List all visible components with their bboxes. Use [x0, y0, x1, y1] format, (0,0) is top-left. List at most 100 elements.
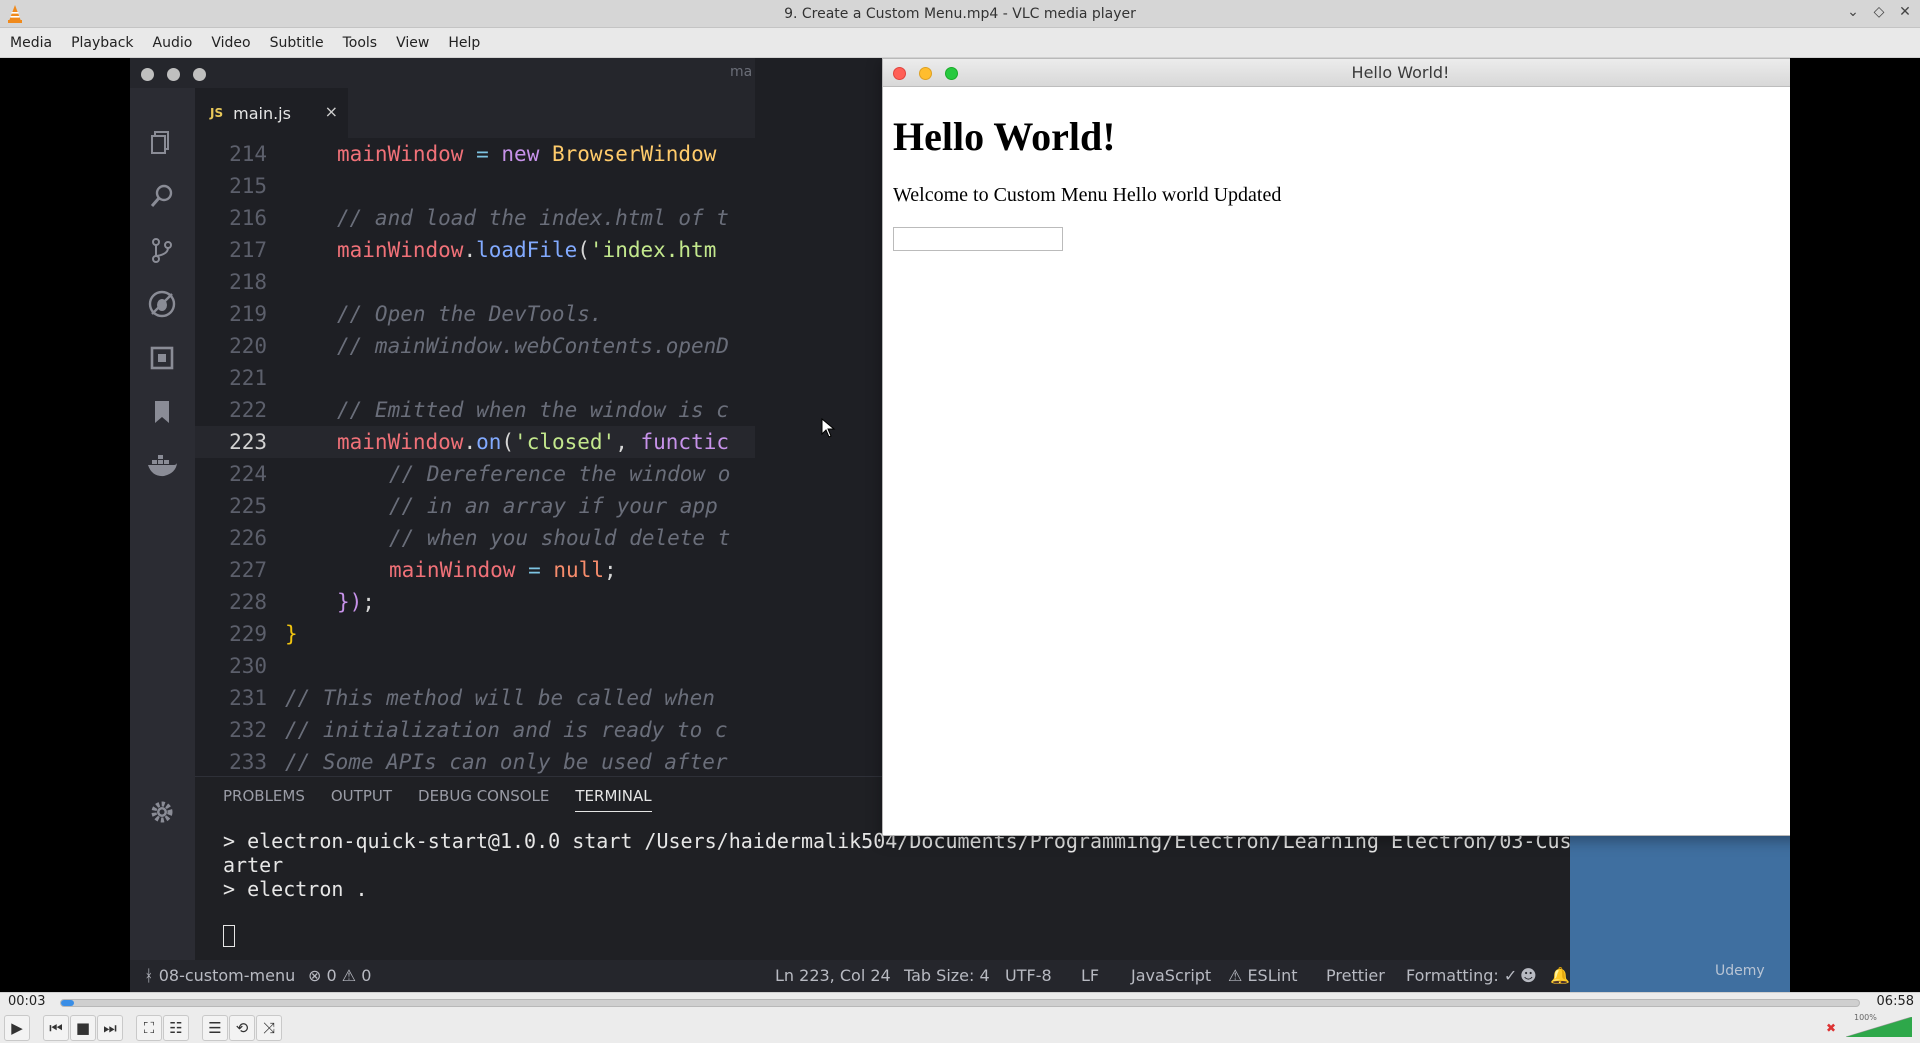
- code-editor: 214 mainWindow = new BrowserWindow 215 21…: [195, 138, 755, 776]
- encoding: UTF-8: [1005, 966, 1052, 985]
- mouse-pointer-icon: [821, 418, 836, 438]
- shuffle-button[interactable]: ⤨: [256, 1015, 282, 1041]
- code-line: 215: [229, 174, 267, 198]
- language-mode: JavaScript: [1131, 966, 1212, 985]
- shuffle-icon: ⤨: [262, 1019, 275, 1037]
- vscode-close-light: [141, 68, 154, 81]
- problems-status: ⊗ 0 ⚠ 0: [308, 966, 372, 985]
- video-surface[interactable]: ma JS main.js × 214 mainWindow = new Bro…: [0, 58, 1920, 992]
- menu-video[interactable]: Video: [211, 35, 261, 51]
- volume-control[interactable]: ✖ 100%: [1826, 1013, 1916, 1039]
- vscode-titlebar: ma: [130, 58, 755, 88]
- restore-window-icon[interactable]: ◇: [1870, 4, 1888, 20]
- minimize-window-icon[interactable]: ⌄: [1844, 4, 1862, 20]
- extended-settings-button[interactable]: ☷: [163, 1015, 189, 1041]
- electron-window-title: Hello World!: [1351, 63, 1450, 82]
- menu-subtitle[interactable]: Subtitle: [270, 35, 335, 51]
- menu-view[interactable]: View: [396, 35, 440, 51]
- electron-titlebar: Hello World!: [883, 59, 1790, 87]
- terminal-cursor: [223, 925, 235, 947]
- page-paragraph: Welcome to Custom Menu Hello world Updat…: [893, 184, 1282, 206]
- next-button[interactable]: ⏭: [97, 1015, 123, 1041]
- seek-slider[interactable]: [60, 999, 1860, 1007]
- total-time: 06:58: [1876, 994, 1914, 1009]
- code-line: 219// Open the DevTools.: [229, 302, 603, 326]
- equalizer-icon: ☷: [169, 1019, 183, 1037]
- vscode-statusbar: ᚼ 08-custom-menu ⊗ 0 ⚠ 0 Ln 223, Col 24 …: [130, 960, 1790, 992]
- vscode-minimize-light: [167, 68, 180, 81]
- close-window-icon[interactable]: ✕: [1896, 4, 1914, 20]
- terminal-line: arter: [223, 853, 284, 877]
- playlist-icon: ☰: [208, 1019, 222, 1037]
- code-line: 227 mainWindow = null;: [229, 558, 617, 582]
- files-icon: [144, 124, 180, 160]
- code-line: 233// Some APIs can only be used after: [229, 750, 728, 774]
- docker-icon: [144, 448, 180, 484]
- menu-media[interactable]: Media: [10, 35, 63, 51]
- terminal-line: > electron .: [223, 877, 368, 901]
- mute-icon[interactable]: ✖: [1826, 1021, 1840, 1035]
- editor-tabs: JS main.js ×: [195, 88, 755, 138]
- code-line: 224// Dereference the window o: [229, 462, 731, 486]
- playback-buttons: ▶ ⏮ ■ ⏭ ⛶ ☷ ☰ ⟲ ⤨: [4, 1015, 283, 1041]
- code-line: 226// when you should delete t: [229, 526, 731, 550]
- code-line: 230: [229, 654, 267, 678]
- line-ending: LF: [1081, 966, 1100, 985]
- tab-size: Tab Size: 4: [904, 966, 990, 985]
- panel-tab-terminal: TERMINAL: [575, 787, 652, 812]
- electron-page-content: Hello World! Welcome to Custom Menu Hell…: [893, 87, 1281, 251]
- previous-icon: ⏮: [49, 1019, 63, 1037]
- code-line: 218: [229, 270, 267, 294]
- code-line: 217 mainWindow.loadFile('index.htm: [229, 238, 717, 262]
- elapsed-time: 00:03: [8, 994, 46, 1009]
- udemy-watermark: Udemy: [1715, 963, 1765, 979]
- menu-audio[interactable]: Audio: [153, 35, 204, 51]
- notification-bell-icon: 🔔: [1550, 966, 1570, 985]
- panel-tab-problems: PROBLEMS: [223, 787, 305, 805]
- bookmark-icon: [144, 394, 180, 430]
- fullscreen-icon: ⛶: [143, 1019, 155, 1037]
- stop-button[interactable]: ■: [70, 1015, 96, 1041]
- menu-playback[interactable]: Playback: [71, 35, 144, 51]
- page-heading: Hello World!: [893, 114, 1116, 159]
- feedback-smiley-icon: ☻: [1520, 966, 1537, 985]
- terminal-output: > electron-quick-start@1.0.0 start /User…: [223, 829, 1663, 901]
- vscode-title: ma: [730, 64, 753, 80]
- code-line: 225// in an array if your app: [229, 494, 718, 518]
- cursor-position: Ln 223, Col 24: [775, 966, 891, 985]
- panel-tabs: PROBLEMS OUTPUT DEBUG CONSOLE TERMINAL: [223, 787, 652, 812]
- prettier-status: Prettier: [1326, 966, 1385, 985]
- code-line: 231// This method will be called when: [229, 686, 715, 710]
- loop-button[interactable]: ⟲: [229, 1015, 255, 1041]
- panel-tab-debug-console: DEBUG CONSOLE: [418, 787, 550, 805]
- tab-label: main.js: [233, 103, 291, 123]
- text-input: [893, 227, 1063, 251]
- menu-help[interactable]: Help: [448, 35, 491, 51]
- source-control-icon: [144, 232, 180, 268]
- close-tab-icon: ×: [324, 102, 338, 121]
- vscode-maximize-light: [193, 68, 206, 81]
- code-line: 216// and load the index.html of t: [229, 206, 729, 230]
- git-branch-icon: ᚼ: [144, 966, 154, 985]
- electron-close-light: [893, 67, 906, 80]
- branch-status: ᚼ 08-custom-menu: [144, 966, 296, 985]
- code-line: 214 mainWindow = new BrowserWindow: [229, 142, 717, 166]
- vlc-cone-icon: [8, 5, 22, 23]
- playlist-button[interactable]: ☰: [202, 1015, 228, 1041]
- warning-icon: ⚠: [341, 966, 357, 985]
- electron-maximize-light: [945, 67, 958, 80]
- video-frame: ma JS main.js × 214 mainWindow = new Bro…: [130, 58, 1790, 992]
- play-button[interactable]: ▶: [4, 1015, 30, 1041]
- code-line: 222// Emitted when the window is c: [229, 398, 729, 422]
- menu-tools[interactable]: Tools: [343, 35, 389, 51]
- electron-app-window: Hello World! Hello World! Welcome to Cus…: [882, 58, 1790, 836]
- code-line: 228});: [229, 590, 375, 614]
- code-line: 221: [229, 366, 267, 390]
- debug-icon: [144, 286, 180, 322]
- code-line: 232// initialization and is ready to c: [229, 718, 728, 742]
- previous-button[interactable]: ⏮: [43, 1015, 69, 1041]
- window-controls: ⌄ ◇ ✕: [1844, 4, 1914, 20]
- volume-slider[interactable]: [1846, 1017, 1912, 1037]
- js-file-icon: JS: [210, 106, 224, 120]
- fullscreen-button[interactable]: ⛶: [136, 1015, 162, 1041]
